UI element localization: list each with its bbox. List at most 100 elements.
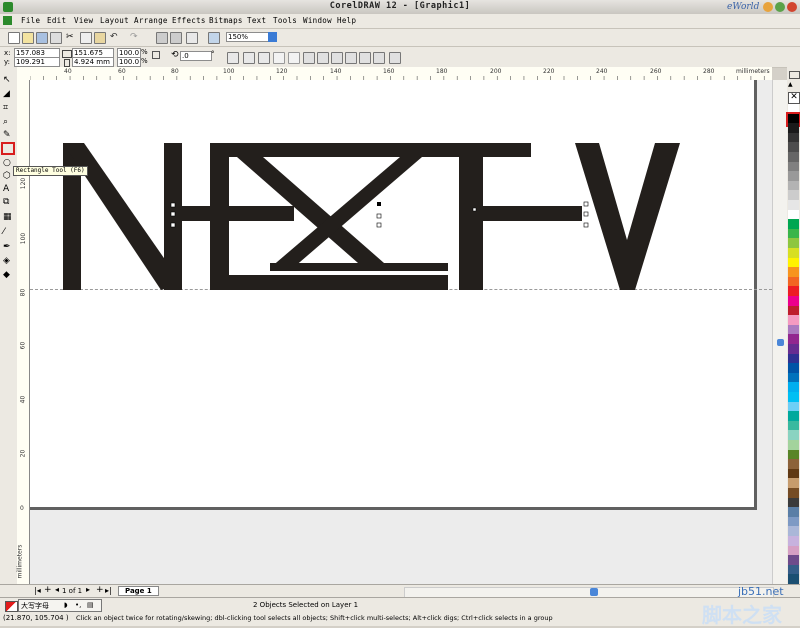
- rectangle-tool-icon[interactable]: [1, 142, 15, 155]
- page-tab[interactable]: Page 1: [118, 586, 159, 596]
- horizontal-scroll-thumb[interactable]: [590, 588, 598, 596]
- menu-bar: File Edit View Layout Arrange Effects Bi…: [0, 14, 800, 29]
- first-page-icon[interactable]: |◂: [34, 586, 41, 595]
- document-icon[interactable]: [3, 16, 12, 25]
- copy-icon[interactable]: [80, 32, 92, 44]
- ime-caps-label: 大写字母: [21, 602, 49, 610]
- no-color-swatch[interactable]: ✕: [788, 92, 800, 104]
- degree-label: °: [211, 50, 215, 58]
- scale-y-field[interactable]: 100.0: [117, 57, 141, 67]
- v-tick-label: 40: [19, 395, 27, 404]
- group-icon[interactable]: [258, 52, 270, 64]
- menu-tools[interactable]: Tools: [273, 16, 297, 25]
- mirror-horizontal-icon[interactable]: [227, 52, 239, 64]
- text-tool-icon[interactable]: A: [3, 184, 14, 194]
- letter-e-top-bar: [210, 143, 422, 157]
- next-page-icon[interactable]: ▸: [86, 585, 90, 594]
- vertical-scroll-thumb[interactable]: [777, 339, 784, 346]
- palette-scroll-up-icon[interactable]: ▲: [788, 81, 793, 88]
- zoom-level-field[interactable]: 150%: [226, 32, 274, 42]
- menu-effects[interactable]: Effects: [172, 16, 206, 25]
- menu-text[interactable]: Text: [247, 16, 266, 25]
- lock-ratio-icon[interactable]: [152, 51, 160, 59]
- last-page-icon[interactable]: ▸|: [105, 586, 112, 595]
- property-bar: x: 157.083 mm y: 109.291 mm 151.675 mm 4…: [0, 47, 800, 74]
- v-tick-label: 80: [19, 288, 27, 297]
- export-icon[interactable]: [170, 32, 182, 44]
- menu-help[interactable]: Help: [337, 16, 356, 25]
- v-tick-label: 120: [20, 177, 28, 190]
- shape-tool-icon[interactable]: ◢: [3, 89, 14, 99]
- maximize-button[interactable]: [775, 2, 785, 12]
- paste-icon[interactable]: [94, 32, 106, 44]
- y-position-field[interactable]: 109.291 mm: [14, 57, 60, 74]
- vertical-ruler[interactable]: 120 100 80 60 40 20 0 millimeters: [16, 80, 30, 584]
- combine-icon[interactable]: [303, 52, 315, 64]
- close-button[interactable]: [787, 2, 797, 12]
- x-label: x:: [4, 49, 11, 57]
- import-icon[interactable]: [156, 32, 168, 44]
- add-page-before-icon[interactable]: +: [44, 585, 52, 595]
- ime-punctuation-icon[interactable]: •,: [75, 601, 81, 609]
- redo-icon[interactable]: ↷: [130, 32, 140, 42]
- trim-icon[interactable]: [331, 52, 343, 64]
- status-hint: Click an object twice for rotating/skewi…: [76, 614, 553, 622]
- fill-tool-icon[interactable]: ◈: [3, 256, 14, 266]
- drawing-window[interactable]: [30, 80, 772, 584]
- save-icon[interactable]: [36, 32, 48, 44]
- print-icon[interactable]: [50, 32, 62, 44]
- window-title: CorelDRAW 12 - [Graphic1]: [329, 1, 471, 11]
- height-field[interactable]: 4.924 mm: [72, 57, 114, 67]
- menu-layout[interactable]: Layout: [100, 16, 129, 25]
- simplify-icon[interactable]: [359, 52, 371, 64]
- previous-page-icon[interactable]: ◂: [55, 585, 59, 594]
- zoom-tool-icon[interactable]: ⌕: [3, 117, 14, 127]
- outline-tool-icon[interactable]: ✒: [3, 242, 14, 252]
- front-minus-back-icon[interactable]: [373, 52, 385, 64]
- menu-bitmaps[interactable]: Bitmaps: [209, 16, 243, 25]
- intersect-icon[interactable]: [345, 52, 357, 64]
- letter-e-bottom-bar: [210, 275, 448, 290]
- cut-icon[interactable]: ✂: [66, 32, 76, 42]
- ungroup-all-icon[interactable]: [288, 52, 300, 64]
- open-icon[interactable]: [22, 32, 34, 44]
- nextv-artwork[interactable]: [30, 80, 772, 510]
- new-document-icon[interactable]: [8, 32, 20, 44]
- rectangle-tool-tooltip: Rectangle Tool (F6): [13, 166, 88, 176]
- zoom-dropdown-arrow[interactable]: [268, 32, 277, 42]
- interactive-blend-tool-icon[interactable]: ⧉: [3, 197, 14, 207]
- menu-file[interactable]: File: [21, 16, 40, 25]
- table-tool-icon[interactable]: ▦: [3, 212, 14, 222]
- interactive-fill-tool-icon[interactable]: ◆: [3, 270, 14, 280]
- mirror-vertical-icon[interactable]: [243, 52, 255, 64]
- create-boundary-icon[interactable]: [389, 52, 401, 64]
- crop-tool-icon[interactable]: ⌗: [3, 103, 14, 113]
- menu-window[interactable]: Window: [303, 16, 332, 25]
- status-bar: 大写字母 ◗ •, ▤ 2 Objects Selected on Layer …: [0, 585, 800, 627]
- minimize-button[interactable]: [763, 2, 773, 12]
- menu-arrange[interactable]: Arrange: [134, 16, 168, 25]
- add-page-after-icon[interactable]: +: [96, 585, 104, 595]
- corel-online-icon[interactable]: [208, 32, 220, 44]
- ruler-origin-corner[interactable]: [17, 67, 31, 81]
- vertical-scrollbar[interactable]: [772, 80, 788, 584]
- menu-edit[interactable]: Edit: [47, 16, 66, 25]
- pick-tool-icon[interactable]: ↖: [3, 75, 14, 85]
- ungroup-icon[interactable]: [273, 52, 285, 64]
- application-launcher-icon[interactable]: [186, 32, 198, 44]
- undo-icon[interactable]: ↶: [110, 32, 120, 42]
- menu-view[interactable]: View: [74, 16, 93, 25]
- ime-toolbar[interactable]: 大写字母 ◗ •, ▤: [18, 599, 102, 612]
- watermark-logo: eWorld: [727, 2, 760, 12]
- horizontal-ruler[interactable]: 40 60 80 100 120 140 160 180 200 220 240…: [30, 67, 772, 81]
- eyedropper-tool-icon[interactable]: ⁄: [3, 227, 14, 237]
- freehand-tool-icon[interactable]: ✎: [3, 130, 14, 140]
- weld-icon[interactable]: [317, 52, 329, 64]
- fill-indicator-icon[interactable]: [5, 601, 18, 612]
- v-tick-label: 0: [20, 505, 24, 512]
- palette-menu-icon[interactable]: [789, 71, 800, 79]
- ime-moon-icon[interactable]: ◗: [64, 601, 68, 609]
- rotation-angle-field[interactable]: .0: [180, 51, 212, 61]
- ime-keyboard-icon[interactable]: ▤: [87, 601, 94, 609]
- v-tick-label: 60: [19, 341, 27, 350]
